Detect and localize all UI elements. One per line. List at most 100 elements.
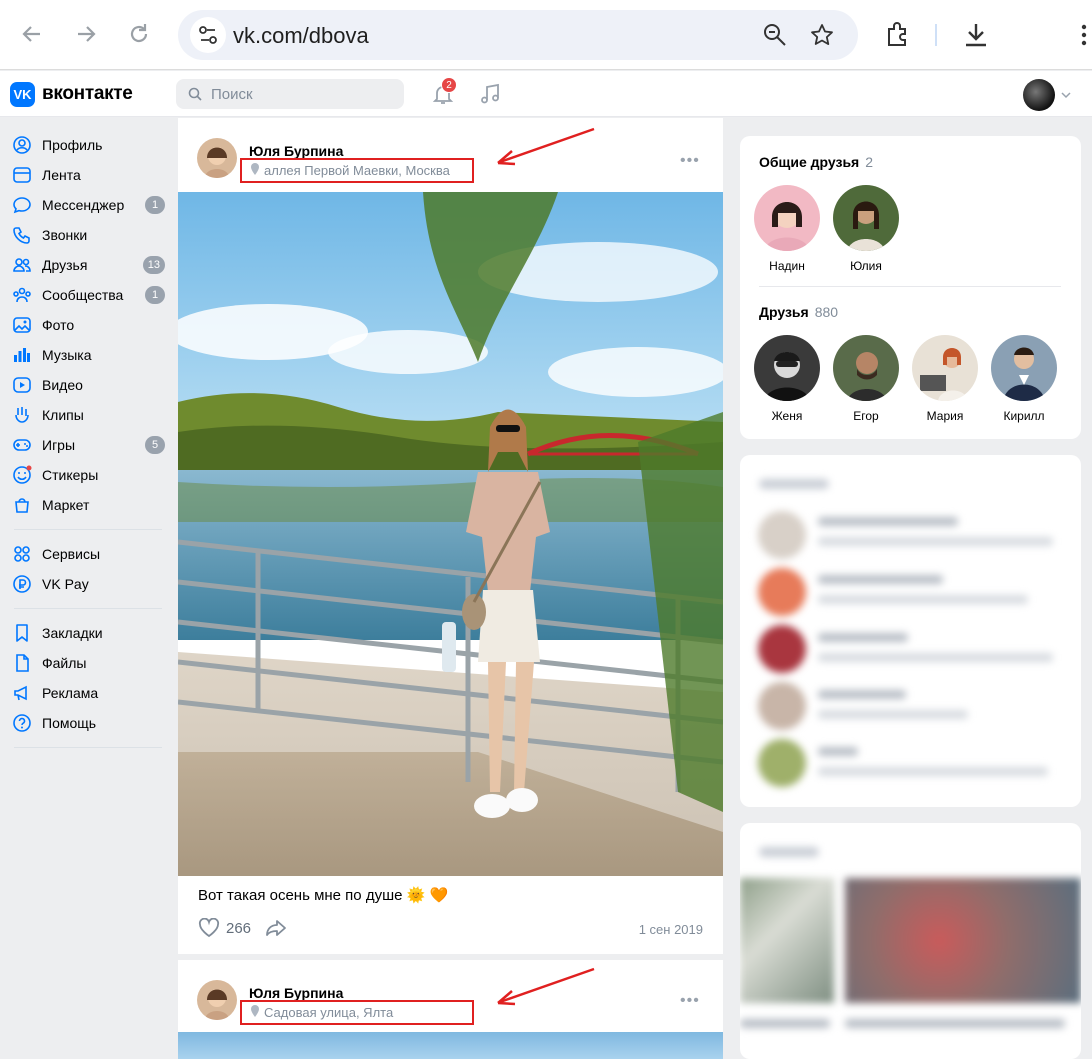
location-pin-icon [251, 163, 259, 175]
menu-item[interactable]: Сообщества 1 [12, 280, 167, 310]
menu-item[interactable]: VK Pay [12, 569, 167, 599]
post-photo[interactable] [178, 192, 723, 876]
post-text: Вот такая осень мне по душе 🌞 🧡 [198, 887, 449, 904]
menu-item[interactable]: Мессенджер 1 [12, 190, 167, 220]
card-divider [759, 286, 1061, 287]
friend-item[interactable]: Женя [752, 335, 822, 423]
market-icon [15, 498, 29, 513]
services-icon [14, 546, 30, 562]
post-location-text: Садовая улица, Ялта [264, 1005, 394, 1020]
site-settings-icon[interactable] [190, 17, 226, 53]
friends-icon [13, 258, 31, 272]
menu-item[interactable]: Реклама [12, 678, 167, 708]
menu-item[interactable]: Профиль [12, 130, 167, 160]
menu-item[interactable]: Помощь [12, 708, 167, 738]
post-author-avatar[interactable] [197, 138, 237, 178]
toolbar-divider [935, 24, 937, 46]
friend-item[interactable]: Егор [831, 335, 901, 423]
menu-item[interactable]: Друзья 13 [12, 250, 167, 280]
like-count[interactable]: 266 [226, 920, 251, 937]
ads-icon [14, 685, 27, 701]
left-menu: Профиль Лента Мессенджер 1 Звонки Друзья 13 Соо… [0, 118, 178, 1059]
games-icon [13, 439, 31, 451]
post-location-text: аллея Первой Маевки, Москва [264, 163, 450, 178]
menu-item-label: Звонки [42, 227, 88, 243]
menu-item[interactable]: Фото [12, 310, 167, 340]
zoom-icon[interactable] [762, 22, 788, 48]
menu-item[interactable]: Звонки [12, 220, 167, 250]
menu-item[interactable]: Стикеры [12, 460, 167, 490]
star-icon[interactable] [809, 22, 835, 48]
menu-item-counter: 5 [145, 436, 165, 454]
search-icon [188, 87, 202, 101]
messenger-icon [13, 197, 31, 214]
photo-icon [13, 317, 31, 333]
forward-icon[interactable] [72, 20, 100, 48]
url-text[interactable]: vk.com/dbova [233, 23, 369, 49]
more-options-icon[interactable]: ••• [680, 152, 700, 170]
menu-item[interactable]: Клипы [12, 400, 167, 430]
menu-item[interactable]: Видео [12, 370, 167, 400]
friends-title[interactable]: Друзья 880 [759, 304, 838, 320]
browser-toolbar: vk.com/dbova [0, 0, 1092, 70]
menu-divider [14, 529, 162, 530]
like-icon[interactable] [198, 918, 220, 938]
menu-item[interactable]: Лента [12, 160, 167, 190]
location-pin-icon [251, 1005, 259, 1017]
extensions-icon[interactable] [884, 20, 912, 50]
post-author-name[interactable]: Юля Бурпина [249, 985, 343, 1001]
post-author-name[interactable]: Юля Бурпина [249, 143, 343, 159]
menu-item[interactable]: Сервисы [12, 539, 167, 569]
menu-item[interactable]: Игры 5 [12, 430, 167, 460]
menu-item-label: Файлы [42, 655, 87, 671]
friend-item[interactable]: Кирилл [989, 335, 1059, 423]
clips-icon [15, 407, 29, 423]
post-location[interactable]: аллея Первой Маевки, Москва [240, 158, 474, 183]
download-icon[interactable] [962, 20, 990, 50]
menu-item-label: Игры [42, 437, 76, 453]
menu-item-label: Закладки [42, 625, 103, 641]
notifications-badge: 2 [441, 77, 457, 93]
blurred-content [740, 823, 1081, 1059]
videos-card [740, 823, 1081, 1059]
menu-icon[interactable] [1072, 20, 1092, 50]
communities-icon [13, 287, 31, 303]
friend-item[interactable]: Юлия [831, 185, 901, 273]
menu-divider [14, 747, 162, 748]
post-photo[interactable] [178, 1032, 723, 1059]
menu-item[interactable]: Файлы [12, 648, 167, 678]
search-input[interactable]: Поиск [176, 79, 404, 109]
menu-item[interactable]: Закладки [12, 618, 167, 648]
blurred-content [740, 455, 1081, 807]
menu-item-counter: 1 [145, 196, 165, 214]
reload-icon[interactable] [125, 20, 153, 48]
mutual-friends-title[interactable]: Общие друзья 2 [759, 154, 873, 170]
annotation-arrow-1 [497, 127, 595, 166]
music-note-icon[interactable] [478, 82, 502, 106]
post-location[interactable]: Садовая улица, Ялта [240, 1000, 474, 1025]
friend-name: Мария [926, 409, 964, 423]
annotation-arrow-2 [497, 967, 595, 1006]
back-icon[interactable] [18, 20, 46, 48]
files-icon [16, 654, 29, 672]
vk-logo-text[interactable]: вконтакте [42, 83, 133, 105]
share-icon[interactable] [265, 918, 287, 938]
post-author-avatar[interactable] [197, 980, 237, 1020]
friend-item[interactable]: Надин [752, 185, 822, 273]
chevron-down-icon[interactable] [1061, 91, 1071, 99]
menu-item[interactable]: Маркет [12, 490, 167, 520]
bookmark-icon [16, 624, 28, 642]
stickers-icon [13, 465, 32, 484]
post-2: Юля Бурпина Садовая улица, Ялта ••• [178, 960, 723, 1059]
subscriptions-card [740, 455, 1081, 807]
menu-item[interactable]: Музыка [12, 340, 167, 370]
post-date[interactable]: 1 сен 2019 [639, 922, 703, 937]
address-bar[interactable]: vk.com/dbova [178, 10, 858, 60]
friend-item[interactable]: Мария [910, 335, 980, 423]
vk-logo-icon[interactable]: VK [10, 82, 35, 107]
more-options-icon[interactable]: ••• [680, 992, 700, 1010]
friend-name: Юлия [850, 259, 882, 273]
phone-icon [13, 227, 30, 244]
user-avatar[interactable] [1023, 79, 1055, 111]
menu-item-counter: 13 [142, 256, 165, 274]
